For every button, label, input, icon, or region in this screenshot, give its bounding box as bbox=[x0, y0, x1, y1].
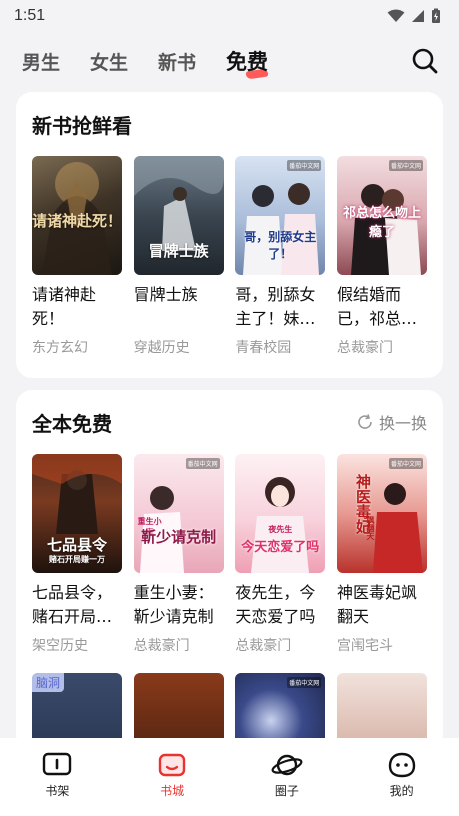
book-item[interactable]: 七品县令 赌石开局赚一万 七品县令，赌石开局… 架空历史 bbox=[32, 454, 122, 655]
wifi-icon bbox=[387, 9, 405, 22]
cover-art bbox=[139, 486, 184, 573]
status-bar: 1:51 bbox=[0, 0, 459, 32]
book-item[interactable]: 番茄中文网 神医毒妃 飒翻天 神医毒妃飒翻天 宫闱宅斗 bbox=[336, 454, 427, 655]
book-title: 重生小妻：靳少请克制 bbox=[133, 583, 214, 626]
search-icon[interactable] bbox=[411, 47, 439, 75]
genre-badge: 脑洞 bbox=[32, 673, 65, 692]
nav-bookshelf[interactable]: 书架 bbox=[27, 752, 87, 799]
battery-icon bbox=[432, 8, 440, 23]
book-title: 假结婚而已，祁总… bbox=[336, 285, 417, 328]
planet-icon bbox=[271, 754, 303, 776]
nav-profile[interactable]: 我的 bbox=[372, 752, 432, 799]
book-genre: 青春校园 bbox=[235, 340, 292, 356]
nav-circle[interactable]: 圈子 bbox=[257, 752, 317, 799]
book-item[interactable]: 冒牌士族 冒牌士族 穿越历史 bbox=[133, 156, 224, 357]
nav-label: 书城 bbox=[160, 784, 185, 798]
book-cover[interactable]: 请诸神赴死！ bbox=[32, 156, 122, 275]
status-icons bbox=[387, 8, 441, 24]
refresh-icon bbox=[358, 414, 372, 429]
book-title: 七品县令，赌石开局… bbox=[32, 583, 113, 626]
tab-new-books[interactable]: 新书 bbox=[158, 48, 196, 75]
nav-label: 我的 bbox=[389, 784, 414, 798]
book-cover[interactable]: 冒牌士族 bbox=[133, 156, 224, 275]
cover-art bbox=[251, 477, 310, 573]
bookshelf-icon bbox=[43, 752, 72, 776]
book-row: 七品县令 赌石开局赚一万 七品县令，赌石开局… 架空历史 番茄中文网 重生小妻 … bbox=[32, 454, 427, 655]
nav-label: 书架 bbox=[45, 784, 70, 798]
book-title: 哥，别舔女主了！妹… bbox=[235, 285, 316, 328]
book-cover[interactable]: 夜先生 今天恋爱了吗 bbox=[235, 454, 326, 573]
publisher-label: 番茄中文网 bbox=[287, 677, 322, 688]
nav-bookstore[interactable]: 书城 bbox=[142, 752, 202, 799]
book-genre: 宫闱宅斗 bbox=[336, 638, 393, 654]
tab-female[interactable]: 女生 bbox=[90, 48, 128, 75]
book-cover[interactable]: 番茄中文网 祁总怎么吻上瘾了 bbox=[336, 156, 427, 275]
book-cover[interactable]: 番茄中文网 重生小妻 靳少请克制 bbox=[133, 454, 224, 573]
tab-free[interactable]: 免费 bbox=[226, 46, 269, 80]
book-cover[interactable]: 七品县令 赌石开局赚一万 bbox=[32, 454, 122, 573]
section-title: 全本免费 bbox=[32, 411, 112, 436]
cover-title: 七品县令 bbox=[46, 536, 107, 554]
book-row: 请诸神赴死！ 请诸神赴死！ 东方玄幻 冒牌士族 冒牌士族 穿越历史 番茄中文网 bbox=[32, 156, 427, 357]
book-genre: 总裁豪门 bbox=[336, 340, 393, 356]
refresh-button[interactable]: 换一换 bbox=[356, 410, 427, 434]
book-genre: 总裁豪门 bbox=[235, 638, 292, 654]
book-title: 请诸神赴死！ bbox=[32, 285, 97, 328]
book-genre: 东方玄幻 bbox=[32, 340, 88, 356]
book-genre: 架空历史 bbox=[32, 638, 88, 654]
book-item[interactable]: 番茄中文网 重生小妻 靳少请克制 重生小妻：靳少请克制 总裁豪门 bbox=[133, 454, 224, 655]
section-title: 新书抢鲜看 bbox=[32, 113, 132, 138]
top-tab-bar: 男生 女生 新书 免费 bbox=[0, 32, 459, 90]
book-title: 夜先生，今天恋爱了吗 bbox=[235, 583, 316, 626]
book-genre: 穿越历史 bbox=[133, 340, 190, 356]
tab-free-label: 免费 bbox=[226, 50, 269, 74]
book-item[interactable]: 夜先生 今天恋爱了吗 夜先生，今天恋爱了吗 总裁豪门 bbox=[235, 454, 326, 655]
book-item[interactable]: 请诸神赴死！ 请诸神赴死！ 东方玄幻 bbox=[32, 156, 122, 357]
section-header: 全本免费 换一换 bbox=[32, 390, 427, 454]
cover-title: 哥，别舔女主了！ bbox=[244, 230, 317, 261]
cover-title: 靳少请克制 bbox=[141, 528, 217, 546]
refresh-label: 换一换 bbox=[378, 414, 427, 433]
signal-icon bbox=[412, 10, 424, 22]
cover-subtitle: 赌石开局赚一万 bbox=[49, 554, 105, 564]
section-header: 新书抢鲜看 bbox=[32, 92, 427, 156]
book-title: 神医毒妃飒翻天 bbox=[336, 583, 417, 626]
cover-title: 请诸神赴死！ bbox=[32, 212, 122, 230]
bottom-nav: 书架 书城 圈子 我的 bbox=[0, 738, 459, 816]
tab-male[interactable]: 男生 bbox=[22, 48, 60, 75]
book-cover[interactable]: 番茄中文网 哥，别舔女主了！ bbox=[235, 156, 326, 275]
cover-title: 冒牌士族 bbox=[148, 242, 209, 260]
status-time: 1:51 bbox=[14, 7, 46, 24]
cover-subtitle: 飒翻天 bbox=[365, 516, 376, 540]
cover-subtitle: 夜先生 bbox=[268, 524, 293, 534]
cover-title: 今天恋爱了吗 bbox=[241, 540, 320, 555]
book-item[interactable]: 番茄中文网 祁总怎么吻上瘾了 假结婚而已，祁总… 总裁豪门 bbox=[336, 156, 427, 357]
profile-icon bbox=[388, 752, 415, 778]
full-free-section: 全本免费 换一换 七品县令 赌石开局赚一万 七品县令，赌石开局… 架空历史 番茄… bbox=[16, 390, 443, 750]
book-title: 冒牌士族 bbox=[133, 285, 198, 304]
book-item[interactable]: 番茄中文网 哥，别舔女主了！ 哥，别舔女主了！妹… 青春校园 bbox=[235, 156, 326, 357]
cover-title: 祁总怎么吻上瘾了 bbox=[342, 206, 421, 240]
book-genre: 总裁豪门 bbox=[133, 638, 190, 654]
bookstore-icon bbox=[158, 753, 186, 777]
book-cover[interactable]: 番茄中文网 神医毒妃 飒翻天 bbox=[336, 454, 427, 573]
new-books-section: 新书抢鲜看 请诸神赴死！ 请诸神赴死！ 东方玄幻 冒牌士族 冒牌士族 穿越历史 … bbox=[16, 92, 443, 378]
nav-label: 圈子 bbox=[274, 784, 299, 798]
